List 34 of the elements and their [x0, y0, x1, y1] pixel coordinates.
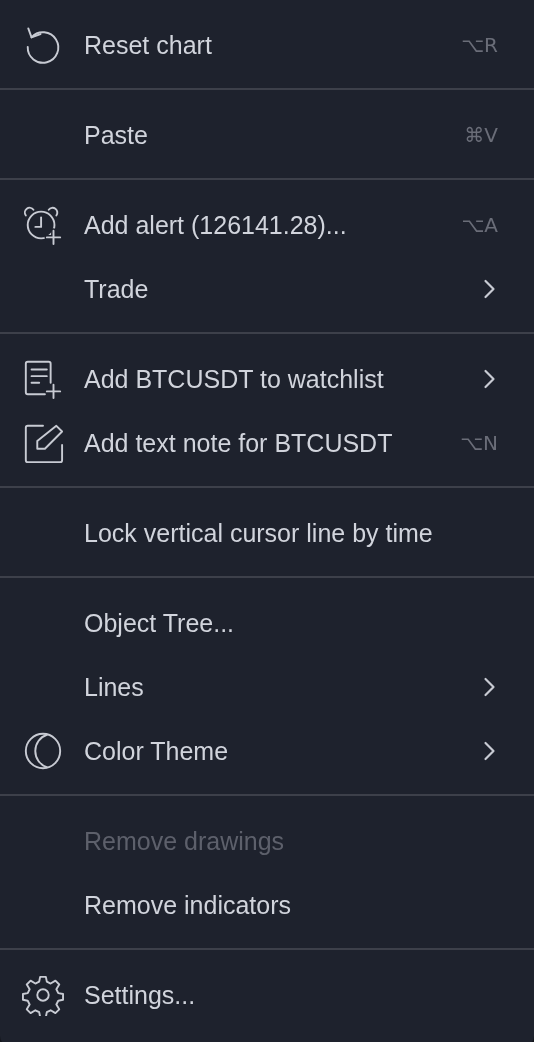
shortcut-text: ⌥A	[461, 213, 498, 237]
menu-item-label: Object Tree...	[84, 608, 236, 638]
menu-item-label: Trade	[84, 274, 150, 304]
menu-item[interactable]: Color Theme	[0, 719, 534, 783]
menu-item[interactable]: Lines	[0, 655, 534, 719]
settings-icon	[22, 974, 64, 1016]
menu-item-label: Color Theme	[84, 736, 230, 766]
menu-item-label: Settings...	[84, 980, 197, 1010]
list-add-icon	[22, 358, 64, 400]
menu-item-label: Remove indicators	[84, 890, 293, 920]
shortcut-text: ⌥R	[461, 33, 498, 57]
menu-item[interactable]: Remove indicators	[0, 873, 534, 937]
shortcut-text: ⌘V	[464, 123, 498, 147]
menu-item[interactable]: Paste ⌘V	[0, 103, 534, 167]
menu-item[interactable]: Reset chart ⌥R	[0, 13, 534, 77]
menu-item[interactable]: Object Tree...	[0, 591, 534, 655]
menu-item[interactable]: Add BTCUSDT to watchlist	[0, 347, 534, 411]
menu-item[interactable]: Add text note for BTCUSDT ⌥N	[0, 411, 534, 475]
alarm-clock-add-icon	[22, 204, 64, 246]
menu-item-label: Paste	[84, 120, 149, 150]
menu-item-label: Add BTCUSDT to watchlist	[84, 364, 385, 394]
menu-item[interactable]: Settings...	[0, 963, 534, 1027]
moon-icon	[22, 730, 64, 772]
menu-item-label: Remove drawings	[84, 826, 286, 856]
shortcut-text: ⌥N	[460, 431, 498, 455]
menu-item-label: Lines	[84, 672, 145, 702]
pencil-square-icon	[22, 422, 64, 464]
menu-item-label: Reset chart	[84, 30, 213, 60]
menu-item-label: Lock vertical cursor line by time	[84, 518, 434, 548]
menu-item-label: Add alert (126141.28)...	[84, 210, 348, 240]
menu-item[interactable]: Trade	[0, 257, 534, 321]
menu-item[interactable]: Lock vertical cursor line by time	[0, 501, 534, 565]
menu-item[interactable]: Add alert (126141.28)... ⌥A	[0, 193, 534, 257]
menu-item-label: Add text note for BTCUSDT	[84, 428, 394, 458]
